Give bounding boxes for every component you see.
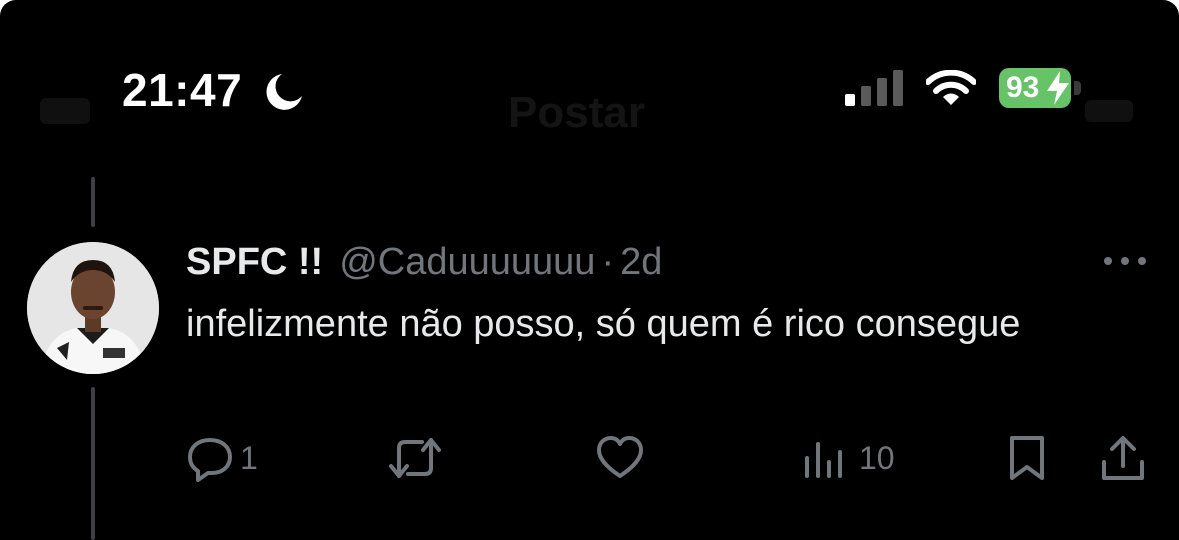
cellular-signal-icon	[845, 70, 903, 106]
share-button[interactable]	[1100, 430, 1146, 486]
wifi-icon	[926, 70, 976, 105]
status-time: 21:47	[122, 64, 243, 116]
page-title: Postar	[508, 88, 645, 137]
share-icon	[1102, 436, 1144, 480]
tweet-screen: Postar 21:47 93 SPFC !! @Caduuuuuuu · 2d…	[0, 0, 1179, 540]
display-name[interactable]: SPFC !!	[186, 236, 323, 288]
bookmark-icon	[1010, 436, 1044, 480]
retweet-icon	[389, 438, 441, 478]
thread-line-top	[91, 177, 95, 227]
more-horizontal-icon[interactable]	[1100, 248, 1150, 274]
avatar-image	[27, 242, 159, 374]
tweet-text: infelizmente não posso, só quem é rico c…	[186, 303, 1021, 345]
back-button[interactable]	[40, 98, 90, 124]
moon-icon	[266, 74, 302, 110]
reply-button[interactable]: 1	[186, 430, 258, 486]
bookmark-button[interactable]	[1005, 430, 1049, 486]
separator-dot: ·	[601, 241, 615, 283]
thread-line-bottom	[91, 387, 95, 540]
retweet-button[interactable]	[388, 430, 448, 486]
user-handle[interactable]: @Caduuuuuuu	[339, 236, 595, 288]
header-menu-button[interactable]	[1085, 100, 1133, 122]
tweet-age[interactable]: 2d	[620, 236, 662, 288]
views-button[interactable]: 10	[803, 430, 895, 486]
views-icon	[805, 442, 842, 478]
views-count: 10	[859, 439, 895, 476]
like-button[interactable]	[595, 430, 651, 486]
battery-cap	[1074, 81, 1081, 95]
avatar[interactable]	[27, 242, 159, 374]
reply-count: 1	[240, 439, 258, 476]
battery-charging-icon	[1047, 71, 1069, 105]
tweet-header: SPFC !! @Caduuuuuuu · 2d	[186, 236, 662, 288]
reply-icon	[188, 438, 232, 482]
heart-icon	[597, 436, 643, 478]
